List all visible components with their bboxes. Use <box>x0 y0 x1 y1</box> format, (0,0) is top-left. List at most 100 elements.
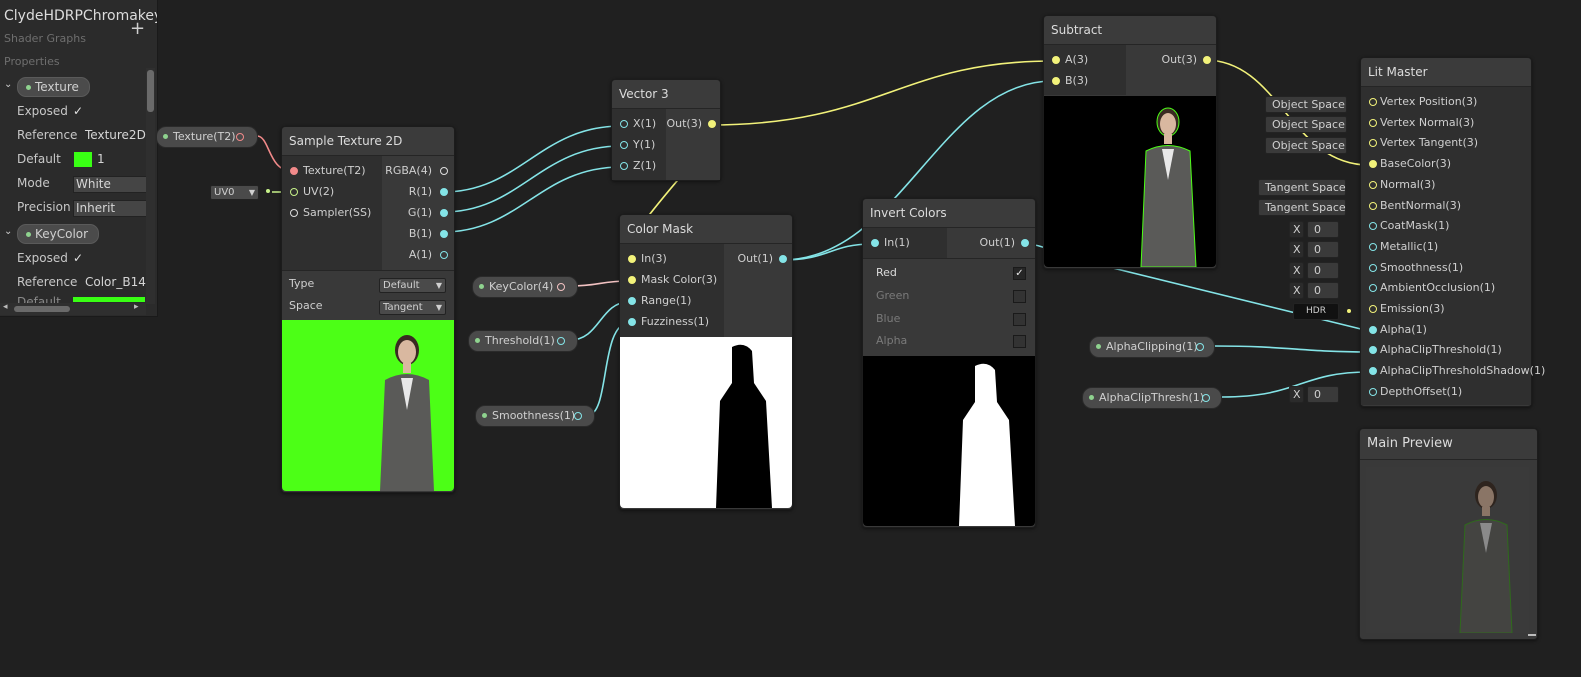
chevron-down-icon[interactable]: ⌄ <box>4 79 12 90</box>
port-dot[interactable] <box>1369 180 1377 189</box>
sample-texture-2d-node[interactable]: Sample Texture 2D Texture(T2) UV(2) Samp… <box>281 126 455 493</box>
x-value-field[interactable]: 0 <box>1307 221 1339 238</box>
port-dot[interactable] <box>1369 325 1377 334</box>
port-vector-output[interactable]: Out(3) <box>666 114 702 134</box>
lit-master-input-port[interactable]: Vertex Tangent(3) <box>1369 133 1478 153</box>
threshold-property-node[interactable]: Threshold(1) <box>468 330 578 352</box>
port-rgba-dot[interactable] <box>440 167 448 175</box>
x-value-field[interactable]: 0 <box>1307 386 1339 403</box>
port-invert-output[interactable]: Out(1) <box>979 233 1015 253</box>
color-mask-node[interactable]: Color Mask In(3) Mask Color(3) Range(1) … <box>619 214 793 510</box>
port-b-dot[interactable] <box>440 230 448 238</box>
alphaclipping-property-node[interactable]: AlphaClipping(1) <box>1089 336 1215 358</box>
lit-master-input-port[interactable]: Vertex Normal(3) <box>1369 113 1474 133</box>
keycolor-output-port[interactable] <box>557 283 565 291</box>
port-dot[interactable] <box>1369 284 1377 293</box>
texture-reference-field[interactable]: Texture2D <box>83 128 147 143</box>
property-pill-keycolor[interactable]: KeyColor <box>17 224 100 244</box>
channel-alpha-checkbox[interactable] <box>1013 335 1026 348</box>
port-z-input[interactable]: Z(1) <box>620 156 656 176</box>
type-dropdown[interactable]: Default ▼ <box>379 278 446 293</box>
smoothness-output-port[interactable] <box>574 412 582 420</box>
port-dot[interactable] <box>1369 201 1377 210</box>
lit-master-input-port[interactable]: Alpha(1) <box>1369 320 1427 340</box>
space-dropdown[interactable]: Tangent ▼ <box>379 300 446 315</box>
tangent-space-field[interactable]: Tangent Space <box>1258 199 1346 216</box>
port-in-input[interactable]: In(3) <box>628 249 667 269</box>
vector3-node[interactable]: Vector 3 X(1) Y(1) Z(1) Out(3) <box>611 79 721 181</box>
texture-precision-dropdown[interactable]: Inherit <box>73 200 149 217</box>
chevron-down-icon[interactable]: ⌄ <box>4 226 12 237</box>
port-a-input[interactable]: A(3) <box>1052 50 1088 70</box>
port-dot[interactable] <box>1369 242 1377 251</box>
scroll-left-icon[interactable]: ◂ <box>3 302 8 312</box>
blackboard-vertical-scrollbar[interactable] <box>146 68 155 304</box>
lit-master-input-port[interactable]: Vertex Position(3) <box>1369 92 1477 112</box>
keycolor-reference-field[interactable]: Color_B14 <box>83 275 147 290</box>
x-value-field[interactable]: 0 <box>1307 262 1339 279</box>
port-sampler-input[interactable]: Sampler(SS) <box>290 203 371 223</box>
alphaclipthresh-property-node[interactable]: AlphaClipThresh(1) <box>1082 387 1222 409</box>
lit-master-input-port[interactable]: AmbientOcclusion(1) <box>1369 278 1495 298</box>
port-maskcolor-input[interactable]: Mask Color(3) <box>628 270 717 290</box>
lit-master-node[interactable]: Lit Master Vertex Position(3) Vertex Norm… <box>1360 57 1545 407</box>
port-rgba-output[interactable]: RGBA(4) <box>385 161 432 181</box>
lit-master-input-port[interactable]: AlphaClipThresholdShadow(1) <box>1369 361 1545 381</box>
port-dot[interactable] <box>1369 139 1377 148</box>
lit-master-input-port[interactable]: Normal(3) <box>1369 175 1435 195</box>
port-invert-output-dot[interactable] <box>1021 239 1029 247</box>
object-space-field[interactable]: Object Space <box>1265 116 1347 133</box>
port-dot[interactable] <box>1369 305 1377 313</box>
channel-green-checkbox[interactable] <box>1013 290 1026 303</box>
lit-master-input-port[interactable]: AlphaClipThreshold(1) <box>1369 340 1502 360</box>
channel-red-checkbox[interactable]: ✓ <box>1013 267 1026 280</box>
main-preview-panel[interactable]: Main Preview <box>1359 428 1538 640</box>
port-texture-input[interactable]: Texture(T2) <box>290 161 366 181</box>
port-dot[interactable] <box>1369 160 1377 169</box>
port-uv-input[interactable]: UV(2) <box>290 182 334 202</box>
object-space-field[interactable]: Object Space <box>1265 137 1347 154</box>
x-value-field[interactable]: 0 <box>1307 282 1339 299</box>
resize-handle-icon[interactable] <box>1528 634 1536 636</box>
lit-master-input-port[interactable]: CoatMask(1) <box>1369 216 1449 236</box>
port-a-dot[interactable] <box>440 251 448 259</box>
texture-mode-dropdown[interactable]: White <box>73 176 149 193</box>
port-y-input[interactable]: Y(1) <box>620 135 655 155</box>
property-pill-texture[interactable]: Texture <box>17 77 90 97</box>
lit-master-input-port[interactable]: BentNormal(3) <box>1369 196 1461 216</box>
channel-blue-checkbox[interactable] <box>1013 313 1026 326</box>
hdr-color-field[interactable]: HDR <box>1293 303 1339 320</box>
port-dot[interactable] <box>1369 222 1377 231</box>
texture-default-swatch[interactable] <box>74 152 92 167</box>
port-b-output[interactable]: B(1) <box>409 224 432 244</box>
object-space-field[interactable]: Object Space <box>1265 96 1347 113</box>
port-r-output[interactable]: R(1) <box>409 182 432 202</box>
lit-master-input-port[interactable]: Emission(3) <box>1369 299 1445 319</box>
port-b-input[interactable]: B(3) <box>1052 71 1088 91</box>
port-dot[interactable] <box>1369 118 1377 127</box>
port-mask-output[interactable]: Out(1) <box>737 249 773 269</box>
port-range-input[interactable]: Range(1) <box>628 291 691 311</box>
alphaclipthresh-output-port[interactable] <box>1202 394 1210 402</box>
port-a-output[interactable]: A(1) <box>409 245 432 265</box>
port-g-dot[interactable] <box>440 209 448 217</box>
port-mask-output-dot[interactable] <box>779 255 787 263</box>
port-subtract-output[interactable]: Out(3) <box>1161 50 1197 70</box>
threshold-output-port[interactable] <box>557 337 565 345</box>
port-invert-input[interactable]: In(1) <box>871 233 910 253</box>
port-dot[interactable] <box>1369 263 1377 272</box>
keycolor-property-node[interactable]: KeyColor(4) <box>472 276 578 298</box>
tangent-space-field[interactable]: Tangent Space <box>1258 179 1346 196</box>
invert-colors-node[interactable]: Invert Colors In(1) Out(1) Red ✓ Green B… <box>862 198 1036 528</box>
port-vector-output-dot[interactable] <box>708 120 716 128</box>
port-dot[interactable] <box>1369 367 1377 376</box>
port-r-dot[interactable] <box>440 188 448 196</box>
subtract-node[interactable]: Subtract A(3) B(3) Out(3) <box>1043 15 1217 269</box>
texture-property-node[interactable]: Texture(T2) <box>156 126 258 148</box>
texture-property-output-port[interactable] <box>236 133 244 141</box>
smoothness-property-node[interactable]: Smoothness(1) <box>475 405 595 427</box>
port-dot[interactable] <box>1369 98 1377 106</box>
alphaclipping-output-port[interactable] <box>1196 343 1204 351</box>
blackboard-horizontal-scrollbar[interactable]: ◂ ▸ <box>0 302 146 315</box>
port-dot[interactable] <box>1369 346 1377 355</box>
